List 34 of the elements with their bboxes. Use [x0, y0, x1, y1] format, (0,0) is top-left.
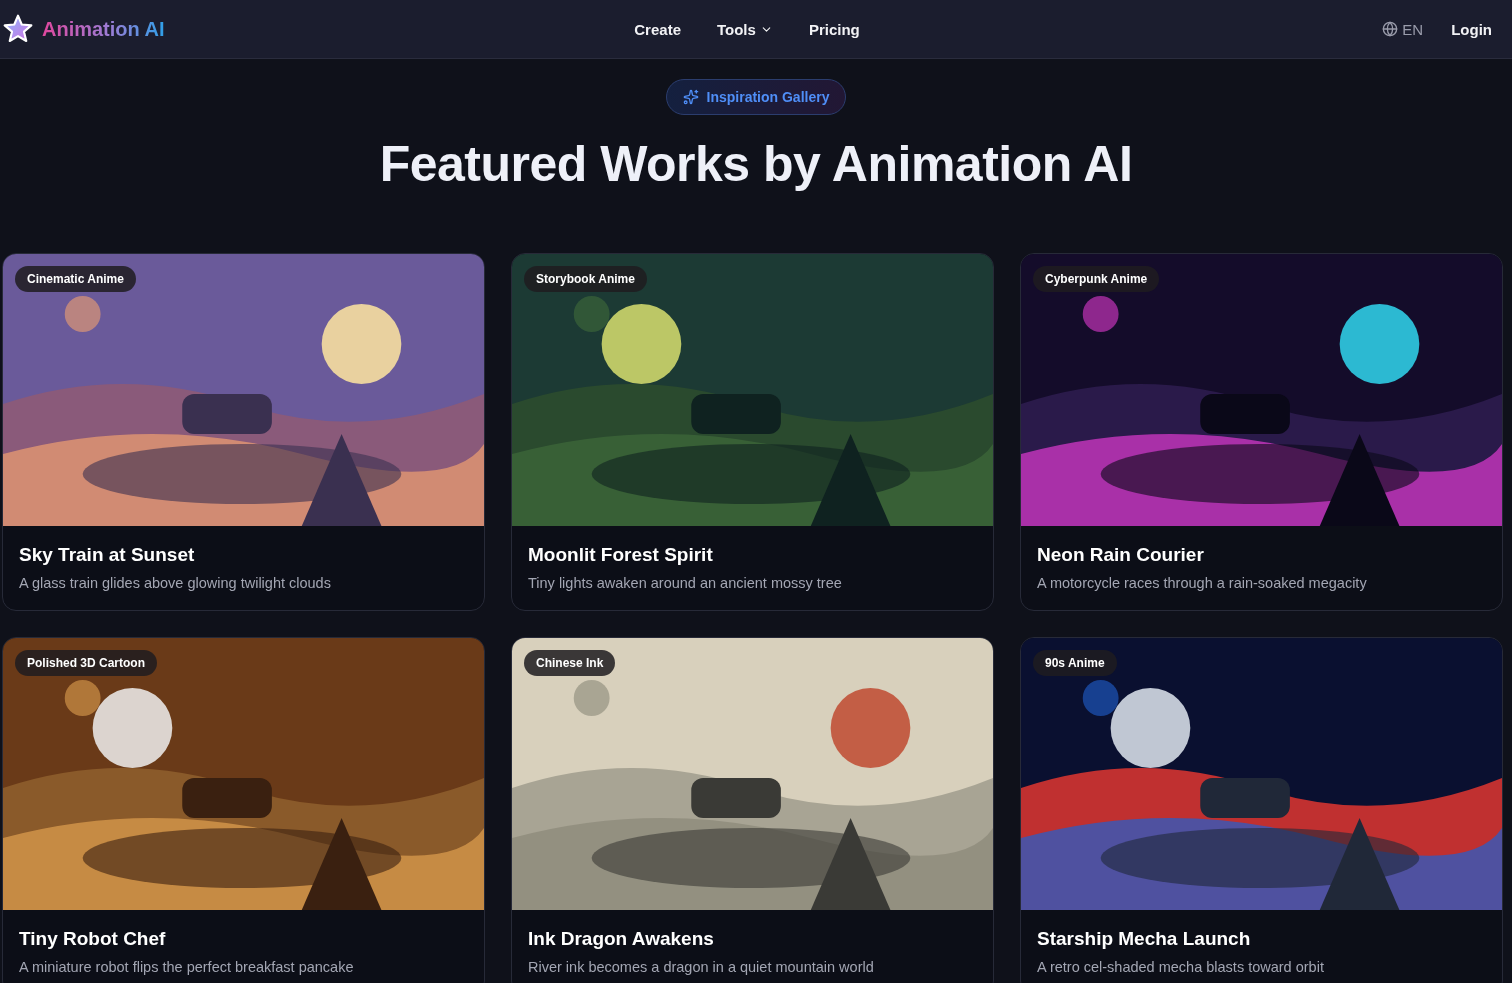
style-tag: Chinese Ink: [524, 650, 616, 676]
gallery-card[interactable]: Polished 3D Cartoon Tiny Robot Chef A miniature robot flips the perfect breakfast pancake: [2, 637, 485, 983]
card-title: Ink Dragon Awakens: [528, 928, 715, 950]
card-title: Moonlit Forest Spirit: [528, 544, 714, 566]
language-button[interactable]: EN: [1382, 20, 1424, 38]
card-description: A motorcycle races through a rain-soaked megacity: [1037, 575, 1368, 591]
gallery-card[interactable]: Chinese Ink Ink Dragon Awakens River ink becomes a dragon in a quiet mountain world: [511, 637, 994, 983]
nav-link[interactable]: Tools: [717, 20, 773, 38]
page-heading: Featured Works by Animation AI: [379, 135, 1133, 193]
globe-icon: [1382, 21, 1399, 37]
style-tag: Storybook Anime: [524, 266, 647, 292]
card-title: Sky Train at Sunset: [19, 544, 196, 566]
star-logo-icon: [2, 13, 34, 45]
nav-link[interactable]: Pricing: [808, 20, 860, 38]
card-title: Neon Rain Courier: [1037, 544, 1205, 566]
gallery-badge: Inspiration Gallery: [665, 79, 847, 115]
login-button[interactable]: Login: [1451, 20, 1492, 38]
card-description: A retro cel-shaded mecha blasts toward orbit: [1037, 959, 1325, 975]
nav-link[interactable]: Create: [634, 20, 681, 38]
card-title: Starship Mecha Launch: [1037, 928, 1252, 950]
sparkles-icon: [682, 89, 699, 105]
style-tag: Cinematic Anime: [15, 266, 136, 292]
card-description: A miniature robot flips the perfect breakfast pancake: [19, 959, 355, 975]
gallery-card[interactable]: 90s Anime Starship Mecha Launch A retro cel-shaded mecha blasts toward orbit: [1020, 637, 1503, 983]
card-description: River ink becomes a dragon in a quiet mountain world: [528, 959, 875, 975]
card-description: Tiny lights awaken around an ancient mossy tree: [528, 575, 843, 591]
card-description: A glass train glides above glowing twilight clouds: [19, 575, 332, 591]
gallery-card[interactable]: Storybook Anime Moonlit Forest Spirit Tiny lights awaken around an ancient mossy tree: [511, 253, 994, 611]
style-tag: Polished 3D Cartoon: [15, 650, 157, 676]
card-title: Tiny Robot Chef: [19, 928, 167, 950]
style-tag: 90s Anime: [1033, 650, 1117, 676]
style-tag: Cyberpunk Anime: [1033, 266, 1160, 292]
gallery-card[interactable]: Cyberpunk Anime Neon Rain Courier A motorcycle races through a rain-soaked megacity: [1020, 253, 1503, 611]
gallery-card[interactable]: Cinematic Anime Sky Train at Sunset A glass train glides above glowing twilight clouds: [2, 253, 485, 611]
